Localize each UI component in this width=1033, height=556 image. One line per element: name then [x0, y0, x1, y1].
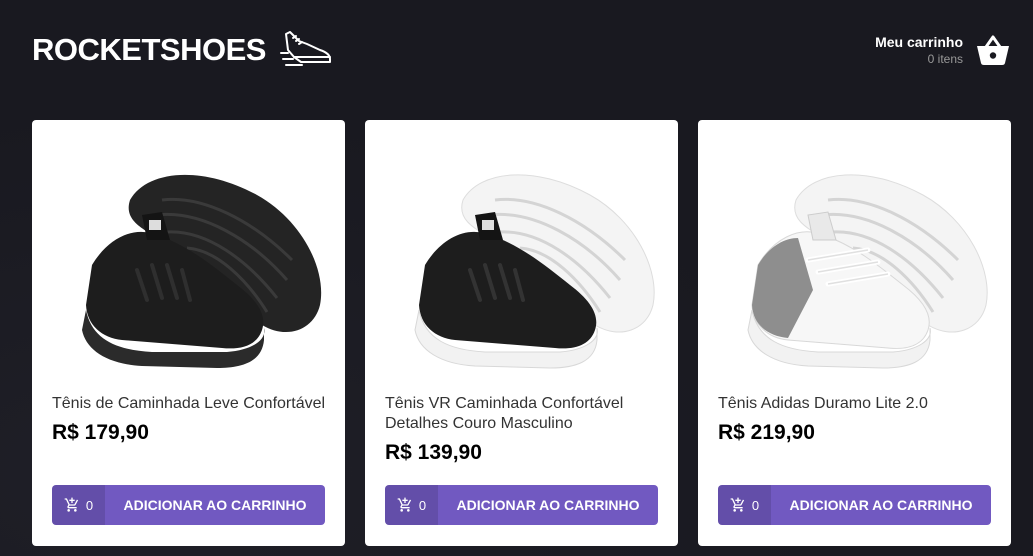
cart-amount-value: 0: [418, 497, 427, 513]
running-shoe-icon: [279, 31, 331, 66]
product-card: Tênis de Caminhada Leve Confortável R$ 1…: [32, 120, 345, 546]
white-gray-sneaker-image[interactable]: [718, 140, 991, 390]
product-title: Tênis Adidas Duramo Lite 2.0: [718, 395, 928, 412]
black-sneaker-image[interactable]: [52, 140, 325, 390]
app-page: ROCKETSHOES Meu carrinho 0 itens Tênis d…: [0, 0, 1033, 556]
add-to-cart-button[interactable]: 0 ADICIONAR AO CARRINHO: [52, 485, 325, 525]
add-shopping-cart-icon: [64, 497, 78, 512]
product-list: Tênis de Caminhada Leve Confortável R$ 1…: [32, 120, 1011, 546]
add-to-cart-label: ADICIONAR AO CARRINHO: [789, 497, 973, 513]
add-to-cart-label: ADICIONAR AO CARRINHO: [456, 497, 640, 513]
cart-amount: 0: [52, 485, 105, 525]
product-price: R$ 139,90: [385, 441, 482, 464]
add-shopping-cart-icon: [730, 497, 744, 512]
product-card: Tênis VR Caminhada Confortável Detalhes …: [365, 120, 678, 546]
product-title: Tênis de Caminhada Leve Confortável: [52, 395, 326, 412]
shopping-basket-icon: [977, 35, 1009, 65]
cart-amount-value: 0: [751, 497, 760, 513]
logo-text: ROCKETSHOES: [32, 32, 266, 67]
add-to-cart-button[interactable]: 0 ADICIONAR AO CARRINHO: [718, 485, 991, 525]
header: ROCKETSHOES Meu carrinho 0 itens: [0, 0, 1033, 110]
cart-info: Meu carrinho 0 itens: [875, 33, 963, 67]
cart-amount: 0: [385, 485, 438, 525]
logo-link[interactable]: ROCKETSHOES: [32, 28, 334, 72]
add-shopping-cart-icon: [397, 497, 411, 512]
cart-amount-value: 0: [85, 497, 94, 513]
cart-link[interactable]: Meu carrinho 0 itens: [875, 32, 1011, 68]
cart-title: Meu carrinho: [875, 34, 963, 50]
product-title: Tênis VR Caminhada Confortável Detalhes …: [385, 395, 624, 432]
product-price: R$ 219,90: [718, 421, 815, 444]
cart-item-count: 0 itens: [927, 52, 963, 66]
cart-amount: 0: [718, 485, 771, 525]
product-price: R$ 179,90: [52, 421, 149, 444]
product-card: Tênis Adidas Duramo Lite 2.0 R$ 219,90 0…: [698, 120, 1011, 546]
add-to-cart-button[interactable]: 0 ADICIONAR AO CARRINHO: [385, 485, 658, 525]
add-to-cart-label: ADICIONAR AO CARRINHO: [123, 497, 307, 513]
black-white-sneaker-image[interactable]: [385, 140, 658, 390]
